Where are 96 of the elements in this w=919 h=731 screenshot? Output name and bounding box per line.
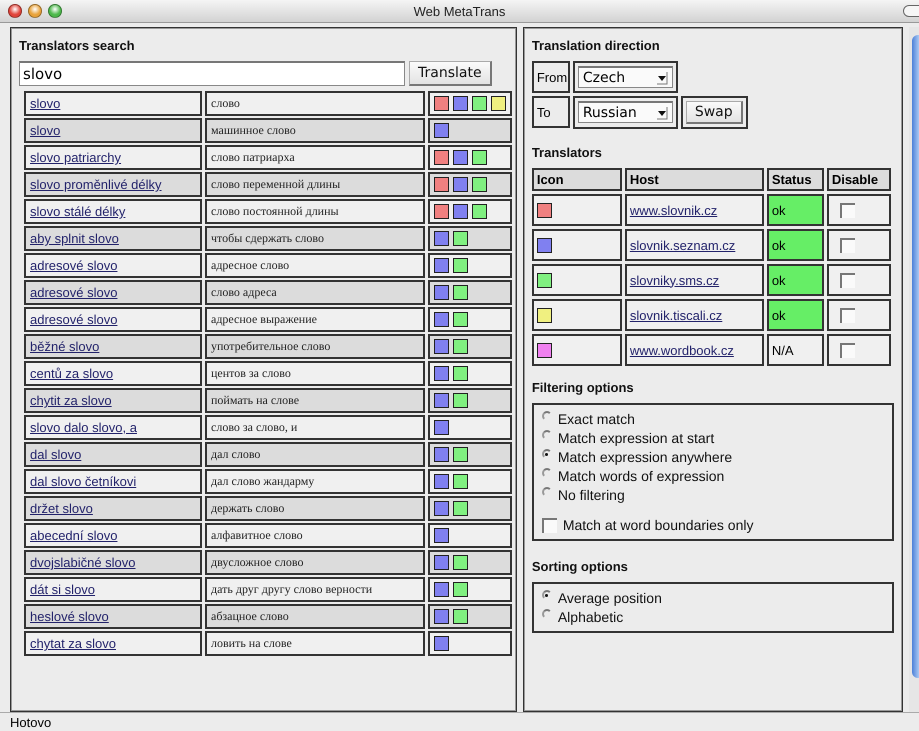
minimize-button[interactable] bbox=[28, 4, 42, 18]
status-cell: N/A bbox=[766, 334, 824, 366]
translation-text: слово bbox=[211, 96, 240, 111]
disable-checkbox[interactable] bbox=[840, 238, 855, 252]
term-link[interactable]: chytat za slovo bbox=[30, 636, 116, 651]
translation-text: адресное слово bbox=[211, 258, 290, 273]
section-title: Sorting options bbox=[532, 559, 629, 574]
status-cell: ok bbox=[766, 229, 824, 261]
translation-text: чтобы сдержать слово bbox=[211, 231, 324, 246]
column-header: Icon bbox=[532, 168, 622, 191]
option-label: Match expression at start bbox=[558, 430, 714, 446]
zoom-button[interactable] bbox=[48, 4, 62, 18]
host-link[interactable]: slovniky.sms.cz bbox=[630, 272, 720, 288]
option-label: Exact match bbox=[558, 411, 635, 427]
term-link[interactable]: dvojslabičné slovo bbox=[30, 555, 136, 570]
translation-text: слово адреса bbox=[211, 285, 277, 300]
term-link[interactable]: heslové slovo bbox=[30, 609, 109, 624]
dropdown-arrow-icon bbox=[656, 70, 668, 84]
column-header: Disable bbox=[826, 168, 891, 191]
term-link[interactable]: aby splnit slovo bbox=[30, 231, 119, 246]
term-link[interactable]: držet slovo bbox=[30, 501, 93, 516]
toolbar-toggle-button[interactable] bbox=[903, 5, 919, 17]
status-cell: ok bbox=[766, 194, 824, 226]
translation-text: слово постоянной длины bbox=[211, 204, 339, 219]
term-link[interactable]: chytit za slovo bbox=[30, 393, 112, 408]
host-link[interactable]: www.wordbook.cz bbox=[630, 342, 734, 358]
translation-text: поймать на слове bbox=[211, 393, 300, 408]
term-link[interactable]: slovo patriarchy bbox=[30, 150, 122, 165]
radio-button[interactable] bbox=[542, 487, 552, 497]
disable-checkbox[interactable] bbox=[840, 202, 855, 218]
term-link[interactable]: běžné slovo bbox=[30, 339, 100, 354]
host-link[interactable]: www.slovnik.cz bbox=[630, 202, 718, 218]
translation-text: центов за слово bbox=[211, 366, 291, 381]
to-language-select[interactable]: Russian bbox=[578, 101, 673, 123]
host-link[interactable]: slovnik.seznam.cz bbox=[630, 238, 736, 252]
translation-text: дать друг другу слово верности bbox=[211, 582, 372, 597]
close-button[interactable] bbox=[8, 4, 22, 18]
dropdown-arrow-icon bbox=[656, 106, 668, 120]
option-label: Match expression anywhere bbox=[558, 449, 732, 465]
term-link[interactable]: abecední slovo bbox=[30, 528, 118, 543]
section-title: Filtering options bbox=[532, 380, 635, 395]
swap-button[interactable]: Swap bbox=[686, 101, 743, 124]
section-title: Translation direction bbox=[532, 38, 661, 53]
option-label: Alphabetic bbox=[558, 609, 624, 625]
term-link[interactable]: adresové slovo bbox=[30, 285, 118, 300]
section-title: Translators search bbox=[19, 38, 136, 53]
to-label: To bbox=[532, 96, 570, 128]
translation-text: дал слово жандарму bbox=[211, 474, 314, 489]
term-link[interactable]: slovo bbox=[30, 96, 60, 111]
search-field[interactable]: slovo bbox=[19, 61, 405, 86]
term-link[interactable]: slovo bbox=[30, 123, 60, 138]
disable-checkbox[interactable] bbox=[840, 272, 855, 288]
term-link[interactable]: dal slovo bbox=[30, 447, 82, 462]
term-link[interactable]: adresové slovo bbox=[30, 258, 118, 273]
radio-button[interactable] bbox=[542, 590, 552, 600]
translation-text: слово за слово, и bbox=[211, 420, 298, 435]
term-link[interactable]: adresové slovo bbox=[30, 312, 118, 327]
term-link[interactable]: dal slovo četníkovi bbox=[30, 474, 136, 489]
window-title: Web MetaTrans bbox=[412, 4, 506, 18]
translation-text: абзацное слово bbox=[211, 609, 289, 624]
option-label: Match at word boundaries only bbox=[562, 517, 754, 533]
translation-text: машинное слово bbox=[211, 123, 296, 138]
status-cell: ok bbox=[766, 264, 824, 296]
radio-button[interactable] bbox=[542, 411, 552, 421]
from-language-select[interactable]: Czech bbox=[578, 66, 673, 88]
from-label: From bbox=[532, 61, 570, 93]
host-link[interactable]: slovnik.tiscali.cz bbox=[630, 308, 722, 322]
section-title: Translators bbox=[532, 145, 603, 160]
translation-text: слово патриарха bbox=[211, 150, 295, 165]
term-link[interactable]: dát si slovo bbox=[30, 582, 96, 597]
translation-text: употребительное слово bbox=[211, 339, 330, 354]
term-link[interactable]: slovo proměnlivé délky bbox=[30, 177, 162, 192]
column-header: Status bbox=[766, 168, 824, 191]
disable-checkbox[interactable] bbox=[840, 342, 855, 358]
status-cell: ok bbox=[766, 299, 824, 331]
translate-button[interactable]: Translate bbox=[409, 61, 492, 86]
translation-text: держать слово bbox=[211, 501, 284, 516]
option-label: Average position bbox=[558, 590, 662, 606]
translation-text: алфавитное слово bbox=[211, 528, 303, 543]
translation-text: адресное выражение bbox=[211, 312, 317, 327]
checkbox[interactable] bbox=[542, 518, 557, 532]
radio-button[interactable] bbox=[542, 468, 552, 478]
option-label: Match words of expression bbox=[558, 468, 724, 484]
radio-button[interactable] bbox=[542, 430, 552, 440]
disable-checkbox[interactable] bbox=[840, 308, 855, 322]
option-label: No filtering bbox=[558, 487, 625, 503]
translation-text: дал слово bbox=[211, 447, 260, 462]
term-link[interactable]: slovo dalo slovo, a bbox=[30, 420, 137, 435]
term-link[interactable]: slovo stálé délky bbox=[30, 204, 126, 219]
radio-button[interactable] bbox=[542, 609, 552, 619]
translation-text: двусложное слово bbox=[211, 555, 304, 570]
translation-text: ловить на слове bbox=[211, 636, 292, 651]
radio-button[interactable] bbox=[542, 449, 552, 459]
column-header: Host bbox=[624, 168, 764, 191]
term-link[interactable]: centů za slovo bbox=[30, 366, 114, 381]
translation-text: слово переменной длины bbox=[211, 177, 340, 192]
